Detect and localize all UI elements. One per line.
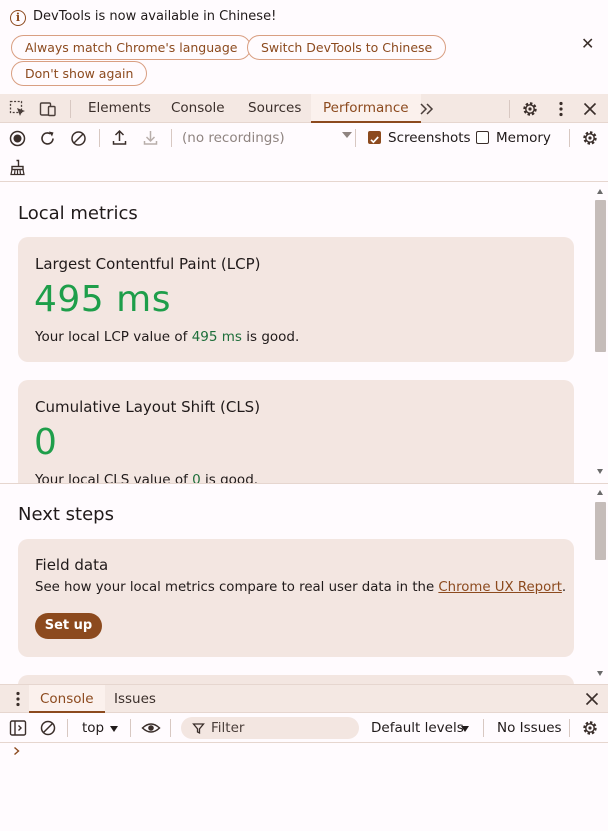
drawer-menu-icon[interactable] <box>9 690 27 708</box>
local-metrics-panel: Local metrics Largest Contentful Paint (… <box>0 183 593 483</box>
performance-toolbar: Screenshots Memory <box>0 123 608 153</box>
more-options-icon[interactable] <box>552 100 570 118</box>
filter-funnel-icon <box>192 723 205 735</box>
memory-label: Memory <box>496 130 551 146</box>
scrollbar-thumb[interactable] <box>595 502 606 560</box>
toolbar-divider <box>171 129 172 147</box>
settings-gear-icon[interactable] <box>521 100 539 118</box>
field-data-card: Field data See how your local metrics co… <box>18 539 574 657</box>
console-prompt-chevron-icon[interactable] <box>12 745 22 757</box>
field-data-title: Field data <box>35 556 109 574</box>
infobar-close-icon[interactable]: ✕ <box>581 34 594 53</box>
record-icon[interactable] <box>9 130 26 147</box>
drawer-tab-issues[interactable]: Issues <box>114 685 156 713</box>
recordings-select[interactable]: (no recordings) <box>182 130 285 146</box>
toolbar-divider <box>569 129 570 147</box>
performance-toolbar-row2 <box>0 153 608 182</box>
download-profile-icon[interactable] <box>142 129 159 146</box>
context-dropdown-arrow-icon[interactable] <box>110 726 118 732</box>
clear-icon[interactable] <box>70 130 87 147</box>
cls-card: Cumulative Layout Shift (CLS) 0 Your loc… <box>18 380 574 483</box>
cls-value: 0 <box>34 422 58 463</box>
upload-profile-icon[interactable] <box>111 129 128 146</box>
scroll-down-arrow-icon[interactable] <box>597 671 603 676</box>
levels-dropdown-arrow-icon[interactable] <box>461 726 469 732</box>
capture-settings-gear-icon[interactable] <box>581 129 599 147</box>
scroll-up-arrow-icon[interactable] <box>597 490 603 495</box>
toolbar-divider <box>483 719 484 737</box>
lcp-card: Largest Contentful Paint (LCP) 495 ms Yo… <box>18 237 574 362</box>
toolbar-divider <box>130 719 131 737</box>
screenshots-label: Screenshots <box>388 130 471 146</box>
language-infobar: i DevTools is now available in Chinese! … <box>0 0 608 94</box>
field-data-description: See how your local metrics compare to re… <box>35 580 567 595</box>
setup-button[interactable]: Set up <box>35 613 102 639</box>
drawer-tab-bar: Console Issues <box>0 684 608 713</box>
switch-to-chinese-button[interactable]: Switch DevTools to Chinese <box>247 35 447 60</box>
live-expression-eye-icon[interactable] <box>141 719 161 737</box>
lcp-title: Largest Contentful Paint (LCP) <box>35 255 261 273</box>
issues-counter[interactable]: No Issues <box>497 720 562 736</box>
toolbar-divider <box>170 719 171 737</box>
console-filter-input[interactable]: Filter <box>181 717 359 739</box>
screenshots-checkbox[interactable] <box>368 131 381 144</box>
toolbar-divider <box>99 129 100 147</box>
always-match-language-button[interactable]: Always match Chrome's language <box>11 35 252 60</box>
next-steps-title: Next steps <box>18 504 114 525</box>
toolbar-divider <box>67 719 68 737</box>
device-toolbar-icon[interactable] <box>39 100 57 118</box>
clear-console-icon[interactable] <box>39 719 57 737</box>
tab-performance[interactable]: Performance <box>311 94 421 123</box>
dont-show-again-button[interactable]: Don't show again <box>11 61 148 86</box>
next-card-partial <box>18 675 574 684</box>
tab-sources[interactable]: Sources <box>248 94 301 123</box>
toolbar-divider <box>70 100 71 118</box>
filter-placeholder: Filter <box>211 720 245 736</box>
recordings-dropdown-arrow-icon[interactable] <box>342 132 352 138</box>
more-tabs-chevron-icon[interactable] <box>418 100 436 118</box>
log-levels-selector[interactable]: Default levels <box>371 720 464 736</box>
close-drawer-icon[interactable] <box>583 690 601 708</box>
chrome-ux-report-link[interactable]: Chrome UX Report <box>438 580 562 595</box>
infobar-message: DevTools is now available in Chinese! <box>33 9 277 24</box>
lcp-description: Your local LCP value of 495 ms is good. <box>35 329 300 345</box>
console-sidebar-icon[interactable] <box>9 719 27 737</box>
reload-record-icon[interactable] <box>39 130 56 147</box>
tab-elements[interactable]: Elements <box>88 94 151 123</box>
garbage-collect-broom-icon[interactable] <box>9 159 26 176</box>
main-tab-bar: Elements Console Sources Performance <box>0 94 608 123</box>
scrollbar-thumb[interactable] <box>595 200 606 352</box>
drawer-tab-console[interactable]: Console <box>29 685 105 713</box>
close-devtools-icon[interactable] <box>581 100 599 118</box>
next-steps-scrollbar[interactable] <box>593 484 608 684</box>
toolbar-divider <box>355 129 356 147</box>
next-steps-panel: Next steps Field data See how your local… <box>0 484 593 684</box>
cls-description: Your local CLS value of 0 is good. <box>35 472 259 483</box>
info-icon: i <box>10 10 26 26</box>
scroll-down-arrow-icon[interactable] <box>597 469 603 474</box>
inspect-element-icon[interactable] <box>9 100 27 118</box>
local-metrics-title: Local metrics <box>18 203 138 224</box>
console-settings-gear-icon[interactable] <box>581 719 599 737</box>
tab-console[interactable]: Console <box>171 94 225 123</box>
scroll-up-arrow-icon[interactable] <box>597 189 603 194</box>
lcp-value: 495 ms <box>34 279 171 320</box>
local-metrics-scrollbar[interactable] <box>593 183 608 483</box>
cls-title: Cumulative Layout Shift (CLS) <box>35 398 261 416</box>
memory-checkbox[interactable] <box>476 131 489 144</box>
toolbar-divider <box>509 100 510 118</box>
context-selector[interactable]: top <box>82 720 104 736</box>
toolbar-divider <box>569 719 570 737</box>
